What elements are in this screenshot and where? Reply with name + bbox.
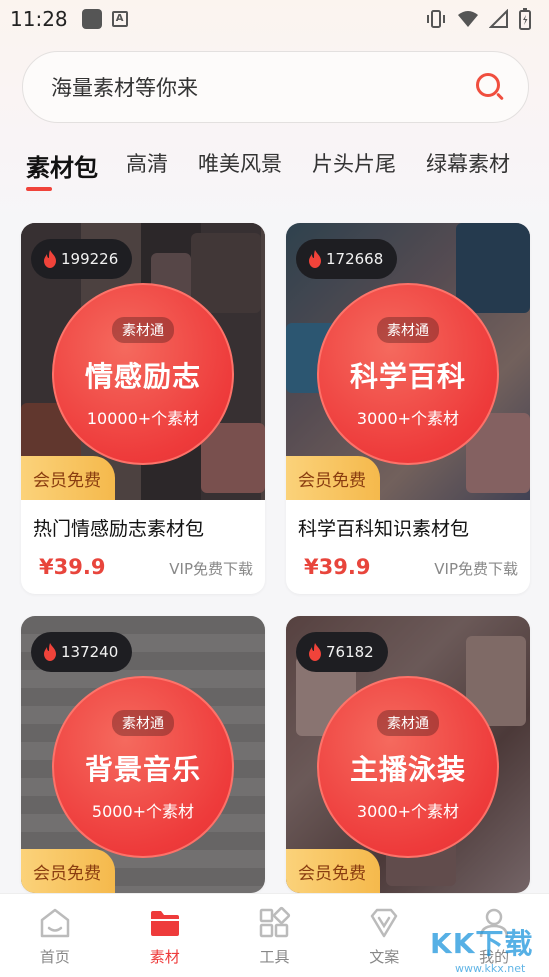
circle-title: 主播泳装 bbox=[349, 753, 466, 786]
card-cover: 199226 素材通 情感励志 10000+个素材 会员免费 bbox=[21, 223, 265, 500]
flame-icon bbox=[309, 643, 321, 661]
nav-label: 素材 bbox=[149, 948, 180, 966]
wifi-icon bbox=[458, 11, 478, 27]
material-card[interactable]: 137240 素材通 背景音乐 5000+个素材 会员免费 bbox=[21, 616, 265, 893]
folder-icon bbox=[150, 911, 179, 936]
search-placeholder: 海量素材等你来 bbox=[51, 76, 198, 100]
views-badge: 76182 bbox=[296, 632, 388, 672]
nav-home[interactable]: 首页 bbox=[0, 894, 110, 977]
watermark-logo: KK下载 bbox=[430, 927, 534, 960]
tab-intro-outro[interactable]: 片头片尾 bbox=[312, 148, 396, 178]
signal-icon bbox=[489, 9, 508, 28]
circle-title: 科学百科 bbox=[349, 360, 466, 393]
tab-scenery[interactable]: 唯美风景 bbox=[198, 148, 282, 178]
card-name: 热门情感励志素材包 bbox=[33, 518, 205, 540]
circle-tag: 素材通 bbox=[377, 710, 439, 736]
category-circle: 素材通 背景音乐 5000+个素材 bbox=[52, 676, 234, 858]
views-count: 172668 bbox=[326, 250, 384, 268]
card-cover: 137240 素材通 背景音乐 5000+个素材 会员免费 bbox=[21, 616, 265, 893]
grid-icon bbox=[260, 906, 291, 938]
card-cover: 172668 素材通 科学百科 3000+个素材 会员免费 bbox=[286, 223, 530, 500]
views-badge: 199226 bbox=[31, 239, 133, 279]
category-circle: 素材通 科学百科 3000+个素材 bbox=[317, 283, 499, 465]
vip-download-link[interactable]: VIP免费下载 bbox=[169, 558, 253, 579]
vip-download-link[interactable]: VIP免费下载 bbox=[434, 558, 518, 579]
status-time: 11:28 bbox=[10, 7, 68, 31]
circle-title: 情感励志 bbox=[84, 360, 201, 393]
material-card[interactable]: 199226 素材通 情感励志 10000+个素材 会员免费 热门情感励志素材包… bbox=[21, 223, 265, 594]
keyboard-a-icon: A bbox=[111, 11, 128, 27]
views-count: 199226 bbox=[61, 250, 119, 268]
tab-green-screen[interactable]: 绿幕素材 bbox=[426, 148, 510, 178]
member-free-badge: 会员免费 bbox=[21, 456, 115, 500]
nav-label: 文案 bbox=[369, 948, 400, 966]
status-bar: 11:28 A bbox=[0, 0, 549, 38]
active-tab-indicator bbox=[26, 187, 52, 191]
views-count: 76182 bbox=[326, 643, 374, 661]
card-price: ¥39.9 bbox=[304, 555, 371, 579]
circle-tag: 素材通 bbox=[377, 317, 439, 343]
diamond-icon bbox=[371, 908, 398, 938]
views-count: 137240 bbox=[61, 643, 119, 661]
category-tabs: 素材包 高清 唯美风景 片头片尾 绿幕素材 bbox=[26, 148, 540, 183]
card-body: 科学百科知识素材包 ¥39.9 VIP免费下载 bbox=[286, 500, 530, 594]
circle-tag: 素材通 bbox=[112, 710, 174, 736]
flame-icon bbox=[44, 250, 56, 268]
notification-icon bbox=[81, 9, 102, 29]
category-circle: 素材通 情感励志 10000+个素材 bbox=[52, 283, 234, 465]
vibrate-icon bbox=[427, 10, 445, 28]
member-free-badge: 会员免费 bbox=[286, 849, 380, 893]
battery-icon bbox=[519, 8, 531, 30]
material-card[interactable]: 172668 素材通 科学百科 3000+个素材 会员免费 科学百科知识素材包 … bbox=[286, 223, 530, 594]
card-name: 科学百科知识素材包 bbox=[298, 518, 470, 540]
nav-label: 工具 bbox=[259, 948, 290, 966]
watermark-url: www.kkx.net bbox=[455, 962, 526, 975]
card-price: ¥39.9 bbox=[39, 555, 106, 579]
nav-tools[interactable]: 工具 bbox=[220, 894, 330, 977]
member-free-badge: 会员免费 bbox=[286, 456, 380, 500]
nav-label: 首页 bbox=[39, 948, 70, 966]
search-icon[interactable] bbox=[474, 71, 506, 103]
member-free-badge: 会员免费 bbox=[21, 849, 115, 893]
circle-count: 10000+个素材 bbox=[86, 409, 200, 428]
nav-material[interactable]: 素材 bbox=[110, 894, 220, 977]
circle-tag: 素材通 bbox=[112, 317, 174, 343]
tab-material-pack[interactable]: 素材包 bbox=[26, 148, 98, 183]
flame-icon bbox=[44, 643, 56, 661]
home-icon bbox=[40, 908, 70, 938]
circle-count: 5000+个素材 bbox=[91, 802, 195, 821]
circle-count: 3000+个素材 bbox=[356, 802, 460, 821]
card-body: 热门情感励志素材包 ¥39.9 VIP免费下载 bbox=[21, 500, 265, 594]
tab-hd[interactable]: 高清 bbox=[126, 148, 168, 178]
nav-copywriting[interactable]: 文案 bbox=[329, 894, 439, 977]
category-circle: 素材通 主播泳装 3000+个素材 bbox=[317, 676, 499, 858]
views-badge: 172668 bbox=[296, 239, 398, 279]
circle-count: 3000+个素材 bbox=[356, 409, 460, 428]
card-cover: 76182 素材通 主播泳装 3000+个素材 会员免费 bbox=[286, 616, 530, 893]
circle-title: 背景音乐 bbox=[84, 753, 201, 786]
material-card[interactable]: 76182 素材通 主播泳装 3000+个素材 会员免费 bbox=[286, 616, 530, 893]
search-input[interactable]: 海量素材等你来 bbox=[22, 51, 529, 123]
views-badge: 137240 bbox=[31, 632, 133, 672]
flame-icon bbox=[309, 250, 321, 268]
